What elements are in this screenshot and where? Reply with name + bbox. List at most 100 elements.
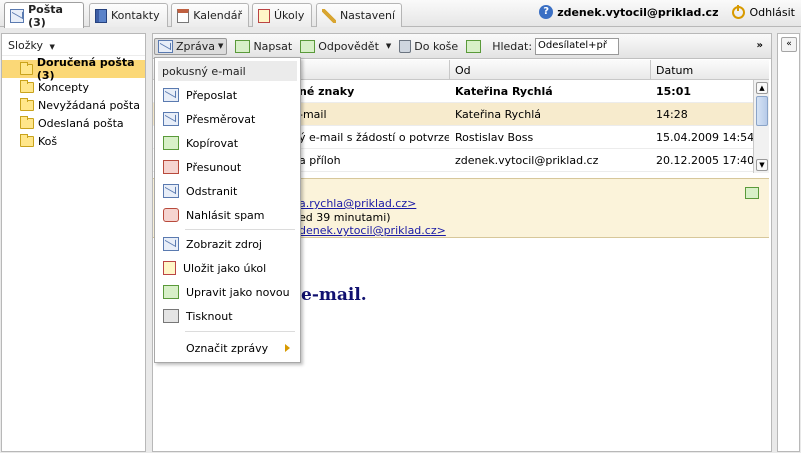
message-date: 20.12.2005 17:40 [656,154,755,167]
logout-button[interactable]: Odhlásit [732,4,795,19]
message-subject: a příloh [299,154,341,167]
menu-item-view-source[interactable]: Zobrazit zdroj [155,233,300,255]
scroll-up-icon[interactable]: ▲ [756,82,768,94]
reply-button[interactable]: Odpovědět ▼ [300,39,391,53]
move-icon [163,160,179,174]
tab-settings[interactable]: Nastavení [316,3,402,27]
tab-contacts[interactable]: Kontakty [89,3,168,27]
message-menu-label: Zpráva [176,39,216,53]
search-field-select[interactable]: Odesílatel+př [535,37,620,55]
menu-item-report-spam[interactable]: Nahlásit spam [155,204,300,226]
menu-item-forward[interactable]: Přeposlat [155,84,300,106]
preview-body: e-mail. [301,285,367,305]
menu-item-delete[interactable]: Odstranit [155,180,300,202]
column-date[interactable]: Datum [656,64,693,77]
folder-label: Nevyžádaná pošta [38,98,140,112]
menu-item-edit-as-new[interactable]: Upravit jako novou [155,281,300,303]
move-to-trash-button[interactable]: Do koše [399,39,458,53]
menu-item-redirect[interactable]: Přesměrovat [155,108,300,130]
folder-panel: Složky ▼ Doručená pošta (3) Koncepty Nev… [1,33,146,452]
folder-label: Koš [38,134,58,148]
reply-label: Odpovědět [318,39,379,53]
expand-button[interactable]: » [757,40,763,51]
tab-mail[interactable]: Pošta (3) [4,2,84,29]
message-from: Kateřina Rychlá [455,108,541,121]
message-menu-button[interactable]: Zpráva ▼ [154,37,228,55]
folder-icon [20,115,34,129]
tab-calendar[interactable]: Kalendář [171,3,249,27]
redirect-icon [163,112,179,126]
print-icon [163,309,179,323]
top-tab-bar: Pošta (3) Kontakty Kalendář Úkoly Nastav… [0,0,801,29]
folder-inbox[interactable]: Doručená pošta (3) [2,56,145,82]
mail-icon [10,8,25,23]
menu-item-label: Nahlásit spam [186,208,265,222]
contacts-icon [95,8,107,23]
folder-icon [20,61,33,75]
menu-item-label: Přeposlat [186,88,238,102]
menu-item-label: Přesunout [186,160,242,174]
user-email: zdenek.vytocil@priklad.cz [557,5,719,19]
menu-separator [185,229,295,230]
folder-icon [20,97,34,111]
scroll-thumb[interactable] [756,96,768,126]
folders-header[interactable]: Složky ▼ [2,34,145,56]
calendar-icon [177,8,190,23]
folders-title: Složky [8,39,44,52]
menu-item-label: Zobrazit zdroj [186,237,262,251]
forward-toolbar-button[interactable] [466,39,484,53]
menu-item-label: Upravit jako novou [186,285,290,299]
settings-icon [322,8,336,23]
message-subject: né znaky [299,85,355,98]
column-divider [650,60,651,80]
message-from: Rostislav Boss [455,131,534,144]
delete-icon [163,184,179,198]
compose-button[interactable]: Napsat [235,39,293,53]
compose-icon [235,39,251,53]
search-label: Hledat: [492,39,533,53]
folder-trash[interactable]: Koš [2,132,145,150]
menu-item-label: Kopírovat [186,136,239,150]
folder-spam[interactable]: Nevyžádaná pošta [2,96,145,114]
forward-icon [163,88,179,102]
trash-icon [399,39,412,53]
open-message-icon[interactable] [745,187,759,199]
tab-tasks[interactable]: Úkoly [252,3,312,27]
user-area: ? zdenek.vytocil@priklad.cz Odhlásit [539,4,795,19]
message-subject: -mail [299,108,327,121]
save-task-icon [163,261,176,275]
message-date: 15.04.2009 14:54 [656,131,755,144]
menu-item-print[interactable]: Tisknout [155,305,300,327]
preview-to-link[interactable]: denek.vytocil@priklad.cz> [299,224,446,237]
logout-label: Odhlásit [749,5,795,19]
folder-sent[interactable]: Odeslaná pošta [2,114,145,132]
help-icon[interactable]: ? [539,5,554,19]
scroll-down-icon[interactable]: ▼ [756,159,768,171]
message-date: 14:28 [656,108,688,121]
mail-toolbar: Zpráva ▼ Napsat Odpovědět ▼ Do koše Hled… [153,34,771,59]
chevron-down-icon: ▼ [218,42,224,50]
column-from[interactable]: Od [455,64,471,77]
expand-panel-icon[interactable]: « [781,37,797,52]
tab-tasks-label: Úkoly [274,9,305,22]
menu-item-move[interactable]: Přesunout [155,156,300,178]
menu-item-save-as-task[interactable]: Uložit jako úkol [155,257,300,279]
column-divider [449,60,450,80]
compose-label: Napsat [253,39,293,53]
message-icon [158,39,173,53]
menu-item-label: Přesměrovat [186,112,256,126]
tab-calendar-label: Kalendář [193,9,242,22]
tab-settings-label: Nastavení [339,9,395,22]
power-icon [732,4,746,19]
menu-item-mark-messages[interactable]: Označit zprávy [155,337,300,359]
forward-icon [466,39,482,53]
menu-item-copy[interactable]: Kopírovat [155,132,300,154]
message-from: zdenek.vytocil@priklad.cz [455,154,599,167]
spam-icon [163,208,179,222]
submenu-arrow-icon [285,344,290,352]
menu-item-label: Označit zprávy [186,341,269,355]
list-scrollbar[interactable]: ▲ ▼ [753,80,769,173]
chevron-down-icon[interactable]: ▼ [386,42,391,50]
tab-mail-label: Pošta (3) [28,2,63,29]
preview-from-link[interactable]: a.rychla@priklad.cz> [299,197,416,210]
